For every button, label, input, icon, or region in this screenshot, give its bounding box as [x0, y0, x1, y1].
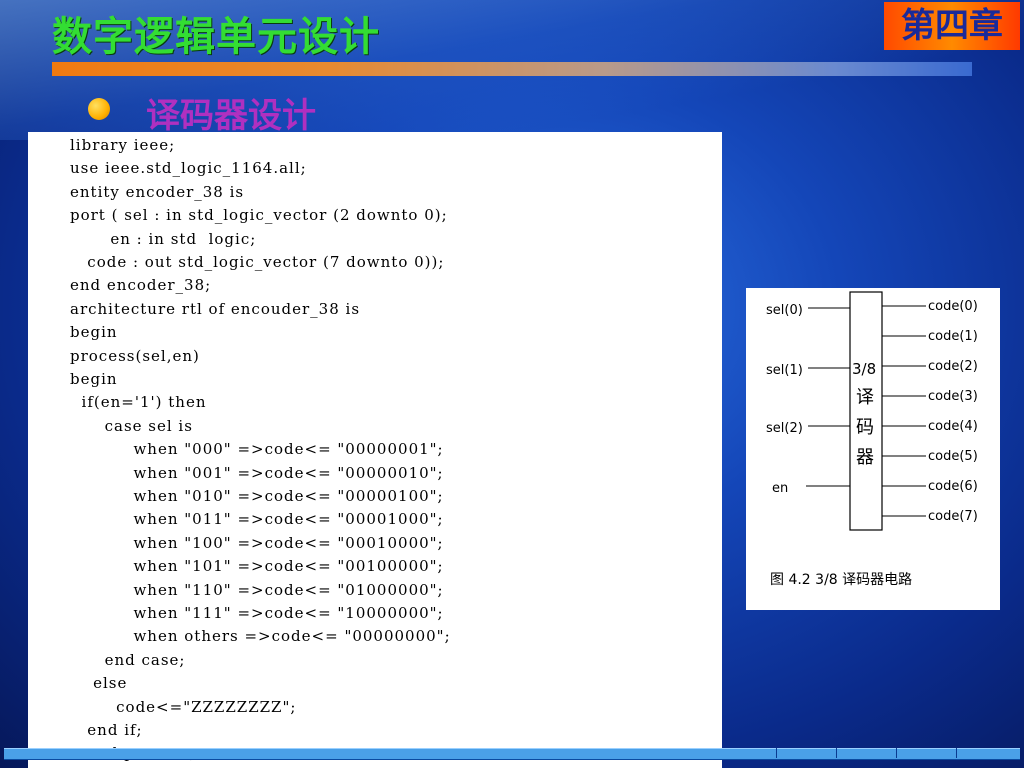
code-line: process(sel,en): [70, 346, 200, 365]
input-label-sel1: sel(1): [766, 363, 803, 378]
code-line: when "110" =>code<= "01000000";: [70, 580, 444, 599]
output-label: code(6): [928, 479, 978, 494]
code-line: architecture rtl of encouder_38 is: [70, 299, 361, 318]
code-line: when others =>code<= "00000000";: [70, 627, 451, 646]
output-label: code(2): [928, 359, 978, 374]
code-line: if(en='1') then: [70, 393, 207, 412]
output-label: code(5): [928, 449, 978, 464]
footer-divider: [776, 748, 777, 758]
code-line: use ieee.std_logic_1164.all;: [70, 159, 307, 178]
output-group: code(0) code(1) code(2) code(3) code(4) code(…: [882, 299, 978, 524]
code-line: en : in std logic;: [70, 229, 257, 248]
code-line: when "001" =>code<= "00000010";: [70, 463, 444, 482]
block-label-ratio: 3/8: [852, 360, 876, 378]
footer-divider: [836, 748, 837, 758]
vhdl-code-panel: library ieee; use ieee.std_logic_1164.all…: [28, 132, 722, 768]
code-line: begin: [70, 323, 118, 342]
code-line: entity encoder_38 is: [70, 182, 245, 201]
chapter-badge: 第四章: [884, 2, 1020, 50]
code-line: library ieee;: [70, 136, 176, 154]
footer-bar: [4, 748, 1020, 760]
code-line: when "010" =>code<= "00000100";: [70, 487, 444, 505]
code-line: end case;: [70, 650, 186, 669]
slide-title: 数字逻辑单元设计: [52, 13, 380, 60]
code-line: begin: [70, 370, 118, 388]
decoder-figure: sel(0) sel(1) sel(2) en 3/8 译 码 器 code(0…: [746, 288, 1000, 610]
footer-divider: [956, 748, 957, 758]
input-label-sel2: sel(2): [766, 421, 803, 436]
code-line: when "100" =>code<= "00010000";: [70, 533, 444, 552]
bullet-icon: [88, 98, 110, 120]
decoder-block: [849, 291, 883, 531]
figure-caption: 图 4.2 3/8 译码器电路: [770, 572, 912, 588]
output-label: code(3): [928, 389, 978, 404]
title-underline-bar: [52, 62, 972, 76]
code-line: code : out std_logic_vector (7 downto 0)…: [70, 253, 445, 271]
code-line: end if;: [70, 721, 143, 739]
output-label: code(4): [928, 419, 978, 434]
input-label-sel0: sel(0): [766, 303, 803, 318]
code-line: else: [70, 674, 128, 693]
decoder-diagram: sel(0) sel(1) sel(2) en 3/8 译 码 器 code(0…: [766, 291, 978, 588]
output-label: code(1): [928, 329, 978, 344]
code-line: port ( sel : in std_logic_vector (2 down…: [70, 206, 448, 225]
code-line: code<="ZZZZZZZZ";: [70, 697, 297, 716]
code-line: when "101" =>code<= "00100000";: [70, 557, 444, 576]
block-label-char-1: 译: [856, 387, 874, 408]
input-label-en: en: [772, 481, 788, 496]
code-line: case sel is: [70, 416, 193, 435]
code-line: when "111" =>code<= "10000000";: [70, 604, 444, 622]
code-line: when "000" =>code<= "00000001";: [70, 440, 444, 459]
output-label: code(7): [928, 509, 978, 524]
output-label: code(0): [928, 299, 978, 314]
block-label-char-2: 码: [856, 417, 874, 438]
block-label-char-3: 器: [856, 447, 874, 468]
code-line: end encoder_38;: [70, 276, 212, 295]
slide-subtitle: 译码器设计: [146, 96, 316, 136]
footer-divider: [896, 748, 897, 758]
code-line: when "011" =>code<= "00001000";: [70, 510, 444, 529]
